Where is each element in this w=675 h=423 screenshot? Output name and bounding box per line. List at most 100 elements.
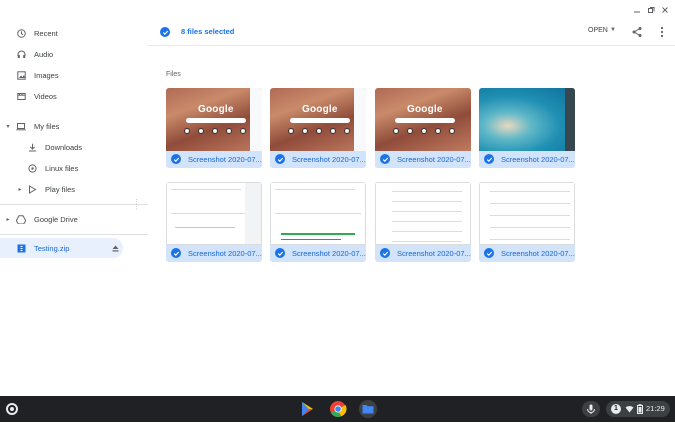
maximize-icon [648,7,655,13]
check-icon [277,251,283,256]
sidebar-item-my-files[interactable]: ▾ My files [0,116,140,136]
film-icon [16,91,26,101]
chevron-right-icon[interactable]: ▸ [15,184,25,194]
file-thumbnail: Google [270,88,366,151]
file-thumbnail [479,88,575,151]
check-icon [277,157,283,162]
more-options-button[interactable] [656,25,668,37]
files-icon [362,405,374,414]
linux-icon [27,163,37,173]
chevron-right-icon[interactable]: ▸ [3,214,13,224]
file-checkbox[interactable] [171,248,181,258]
file-name: Screenshot 2020-07... [188,155,262,164]
sidebar-item-audio[interactable]: Audio [0,44,140,64]
check-icon [173,157,179,162]
file-tile[interactable]: Google Screenshot 2020-07... [270,88,366,168]
check-icon [486,157,492,162]
file-tile[interactable]: Google Screenshot 2020-07... [375,88,471,168]
file-tile[interactable]: Screenshot 2020-07... [479,88,575,168]
play-icon [27,184,37,194]
file-checkbox[interactable] [380,248,390,258]
file-tile[interactable]: Screenshot 2020-07... [375,182,471,262]
section-title: Files [166,71,181,78]
sidebar-item-label: Audio [34,49,54,59]
files-app[interactable] [359,400,377,418]
headphones-icon [16,49,26,59]
sidebar-item-testing-zip[interactable]: Testing.zip [0,238,123,258]
download-icon [27,142,37,152]
file-thumbnail [166,182,262,245]
check-icon [486,251,492,256]
close-button[interactable] [658,3,672,17]
shelf: 1 21:29 [0,396,675,422]
assistant-mic-button[interactable] [582,401,600,417]
play-store-icon [302,402,313,416]
sidebar-item-label: My files [34,121,60,131]
file-name: Screenshot 2020-07... [292,249,366,258]
file-thumbnail: Google [375,88,471,151]
wifi-icon [625,405,634,413]
sidebar-item-images[interactable]: Images [0,65,140,85]
launcher-button[interactable] [6,403,18,415]
close-icon [662,7,668,13]
play-store-app[interactable] [298,400,316,418]
sidebar-item-videos[interactable]: Videos [0,86,140,106]
sidebar-item-label: Downloads [45,142,83,152]
share-icon [632,27,642,37]
files-app-window: Recent Audio Images Videos ▾ My files Do… [0,0,675,396]
check-icon [162,30,168,35]
file-name: Screenshot 2020-07... [501,249,575,258]
eject-icon[interactable] [110,243,120,253]
share-button[interactable] [631,25,643,37]
open-button[interactable]: OPEN [588,27,608,34]
file-tile[interactable]: Google Screenshot 2020-07... [166,88,262,168]
file-checkbox[interactable] [275,154,285,164]
maximize-button[interactable] [644,3,658,17]
sidebar-item-label: Images [34,70,59,80]
file-thumbnail [479,182,575,245]
file-name: Screenshot 2020-07... [501,155,575,164]
sidebar-item-google-drive[interactable]: ▸ Google Drive [0,209,140,229]
zip-icon [16,243,26,253]
minimize-button[interactable] [630,3,644,17]
file-checkbox[interactable] [275,248,285,258]
sidebar-item-play-files[interactable]: ▸ Play files [0,179,140,199]
sidebar-resize-handle[interactable]: ⋮ ⋮ [133,199,140,211]
sidebar-item-recent[interactable]: Recent [0,23,140,43]
file-tile[interactable]: Screenshot 2020-07... [166,182,262,262]
clock[interactable]: 21:29 [646,404,665,413]
file-checkbox[interactable] [484,154,494,164]
file-name: Screenshot 2020-07... [292,155,366,164]
mic-icon [587,404,595,414]
file-tile[interactable]: Screenshot 2020-07... [270,182,366,262]
chevron-down-icon[interactable]: ▾ [3,121,13,131]
sidebar-item-label: Play files [45,184,76,194]
image-icon [16,70,26,80]
file-name: Screenshot 2020-07... [188,249,262,258]
sidebar-item-label: Testing.zip [34,243,70,253]
sidebar-item-label: Google Drive [34,214,78,224]
file-thumbnail [375,182,471,245]
notification-badge: 1 [611,404,621,414]
sidebar: Recent Audio Images Videos ▾ My files Do… [0,18,148,396]
file-tile[interactable]: Screenshot 2020-07... [479,182,575,262]
sidebar-divider [0,204,148,205]
file-checkbox[interactable] [380,154,390,164]
file-checkbox[interactable] [484,248,494,258]
file-name: Screenshot 2020-07... [397,249,471,258]
minimize-icon [634,11,640,13]
select-all-checkbox[interactable] [160,27,170,37]
file-thumbnail [270,182,366,245]
sidebar-divider [0,234,148,235]
check-icon [173,251,179,256]
caret-down-icon[interactable]: ▼ [610,27,616,33]
check-icon [382,251,388,256]
chrome-app[interactable] [329,400,347,418]
sidebar-item-linux-files[interactable]: Linux files [0,158,140,178]
sidebar-item-label: Recent [34,28,58,38]
more-vert-icon [661,27,663,37]
sidebar-item-label: Linux files [45,163,79,173]
file-checkbox[interactable] [171,154,181,164]
sidebar-item-downloads[interactable]: Downloads [0,137,140,157]
file-thumbnail: Google [166,88,262,151]
